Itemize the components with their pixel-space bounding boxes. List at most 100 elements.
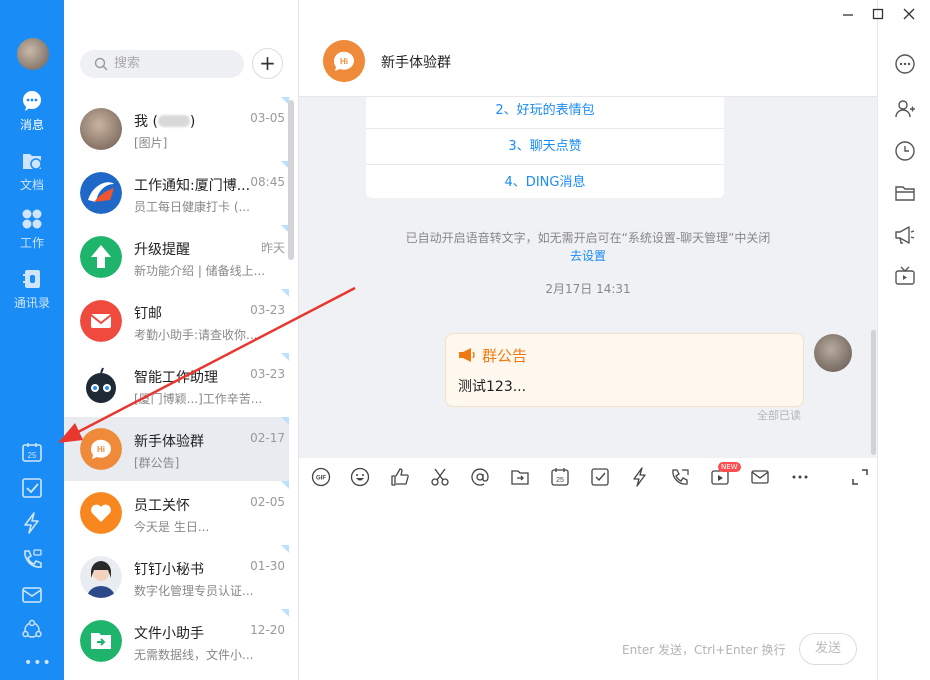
avatar: Hi (80, 428, 122, 470)
svg-text:Hi: Hi (97, 445, 105, 454)
conversation-name: 智能工作助理 (134, 367, 218, 387)
avatar (80, 236, 122, 278)
todo-icon[interactable] (21, 477, 43, 499)
blurred-name (158, 115, 190, 127)
mail-icon[interactable] (21, 584, 43, 606)
group-avatar[interactable]: Hi (323, 40, 365, 82)
conversation-name-text: 我 ( (134, 114, 158, 130)
avatar (80, 364, 122, 406)
settings-link[interactable]: 去设置 (299, 247, 877, 264)
message-area: 2、好玩的表情包 3、聊天点赞 4、DING消息 已自动开启语音转文字，如无需开… (299, 97, 877, 458)
menu-link-ding[interactable]: 4、DING消息 (366, 165, 724, 201)
search-placeholder: 搜索 (114, 56, 140, 71)
conversation-preview: 数字化管理专员认证... (134, 582, 284, 599)
input-hint: Enter 发送，Ctrl+Enter 换行 (622, 641, 785, 658)
message-icon (21, 90, 43, 112)
list-item[interactable]: 钉邮 03-23 考勤小助手:请查收你... (64, 289, 289, 353)
live-tv-icon[interactable] (894, 265, 916, 287)
phone-icon[interactable] (21, 548, 43, 570)
minimize-icon[interactable] (840, 6, 856, 22)
conversation-preview: [图片] (134, 134, 284, 151)
conversation-time: 02-17 (250, 431, 285, 445)
more-options-icon[interactable] (894, 53, 916, 75)
nav-item-docs[interactable]: 文档 (0, 150, 64, 193)
contacts-icon (21, 268, 43, 290)
maximize-icon[interactable] (870, 6, 886, 22)
conversation-name: 新手体验群 (134, 431, 204, 451)
mail-icon[interactable] (750, 467, 770, 487)
more-icon[interactable] (790, 467, 810, 487)
nav-item-contacts[interactable]: 通讯录 (0, 268, 64, 311)
todo-icon[interactable] (590, 467, 610, 487)
search-input[interactable]: 搜索 (80, 50, 244, 78)
chat-scrollbar[interactable] (871, 330, 876, 455)
send-button[interactable]: 发送 (799, 633, 857, 665)
conversation-preview: 无需数据线，文件小... (134, 646, 284, 663)
ding-icon[interactable] (21, 512, 43, 534)
svg-text:Hi: Hi (340, 57, 348, 66)
conversation-time: 08:45 (250, 175, 285, 189)
announcement-icon[interactable] (894, 224, 916, 246)
notice-body: 测试123... (458, 376, 526, 396)
conversation-time: 03-23 (250, 367, 285, 381)
list-item[interactable]: 工作通知:厦门博... 08:45 员工每日健康打卡 (... (64, 161, 289, 225)
feature-menu-card: 2、好玩的表情包 3、聊天点赞 4、DING消息 (366, 97, 724, 198)
mention-icon[interactable] (470, 467, 490, 487)
conversation-time: 03-23 (250, 303, 285, 317)
conversation-preview: [群公告] (134, 454, 284, 471)
calendar-day: 25 (556, 477, 564, 484)
nav-label: 文档 (20, 178, 44, 192)
calendar-day: 25 (28, 451, 37, 460)
input-toolbar: GIF 25 (299, 458, 877, 496)
conversation-name: 文件小助手 (134, 623, 204, 643)
sender-avatar[interactable] (814, 334, 852, 372)
scissors-icon[interactable] (430, 467, 450, 487)
gif-icon[interactable]: GIF (311, 467, 331, 487)
list-item[interactable]: 我 () 03-05 [图片] (64, 97, 289, 161)
list-item[interactable]: Hi 新手体验群 02-17 [群公告] (64, 417, 289, 481)
list-item[interactable]: 智能工作助理 03-23 [厦门博颖...]工作辛苦... (64, 353, 289, 417)
expand-icon[interactable] (850, 467, 870, 487)
list-scrollbar[interactable] (288, 100, 294, 260)
folder-icon[interactable] (894, 182, 916, 204)
menu-link-stickers[interactable]: 2、好玩的表情包 (366, 97, 724, 129)
menu-link-likes[interactable]: 3、聊天点赞 (366, 129, 724, 165)
conversation-time: 昨天 (261, 239, 285, 256)
conversation-time: 01-30 (250, 559, 285, 573)
conversation-preview: 今天是 生日... (134, 518, 284, 535)
list-item[interactable]: 文件小助手 12-20 无需数据线，文件小... (64, 609, 289, 673)
message-input[interactable]: Enter 发送，Ctrl+Enter 换行 发送 (299, 496, 877, 680)
conversation-name: 钉邮 (134, 303, 162, 323)
add-button[interactable]: + (252, 48, 283, 79)
list-item[interactable]: 员工关怀 02-05 今天是 生日... (64, 481, 289, 545)
conversation-name: 升级提醒 (134, 239, 190, 259)
nav-label: 消息 (20, 118, 44, 132)
unread-corner-marker (281, 417, 289, 425)
conversation-preview: 新功能介绍 | 储备线上... (134, 262, 284, 279)
emoji-icon[interactable] (350, 467, 370, 487)
list-item[interactable]: 钉钉小秘书 01-30 数字化管理专员认证... (64, 545, 289, 609)
org-icon[interactable] (21, 619, 43, 641)
read-status[interactable]: 全部已读 (757, 407, 801, 423)
group-notice-card[interactable]: 群公告 测试123... (445, 333, 804, 407)
add-member-icon[interactable] (894, 98, 916, 120)
calendar-icon[interactable]: 25 (21, 441, 43, 463)
thumbs-up-icon[interactable] (390, 467, 410, 487)
ding-icon[interactable] (630, 467, 650, 487)
nav-item-messages[interactable]: 消息 (0, 90, 64, 133)
folder-send-icon[interactable] (510, 467, 530, 487)
conversation-preview: 员工每日健康打卡 (... (134, 198, 284, 215)
calendar-icon[interactable]: 25 (550, 467, 570, 487)
user-avatar[interactable] (17, 38, 49, 70)
nav-item-work[interactable]: 工作 (0, 208, 64, 251)
left-nav: 消息 文档 工作 通讯录 25 ••• (0, 0, 64, 680)
list-item[interactable]: 升级提醒 昨天 新功能介绍 | 储备线上... (64, 225, 289, 289)
document-icon (21, 150, 43, 172)
phone-icon[interactable] (670, 467, 690, 487)
avatar (80, 620, 122, 662)
chat-title: 新手体验群 (381, 52, 451, 72)
close-icon[interactable] (901, 6, 917, 22)
history-clock-icon[interactable] (894, 140, 916, 162)
conversation-preview: 考勤小助手:请查收你... (134, 326, 284, 343)
nav-more-button[interactable]: ••• (24, 655, 52, 671)
